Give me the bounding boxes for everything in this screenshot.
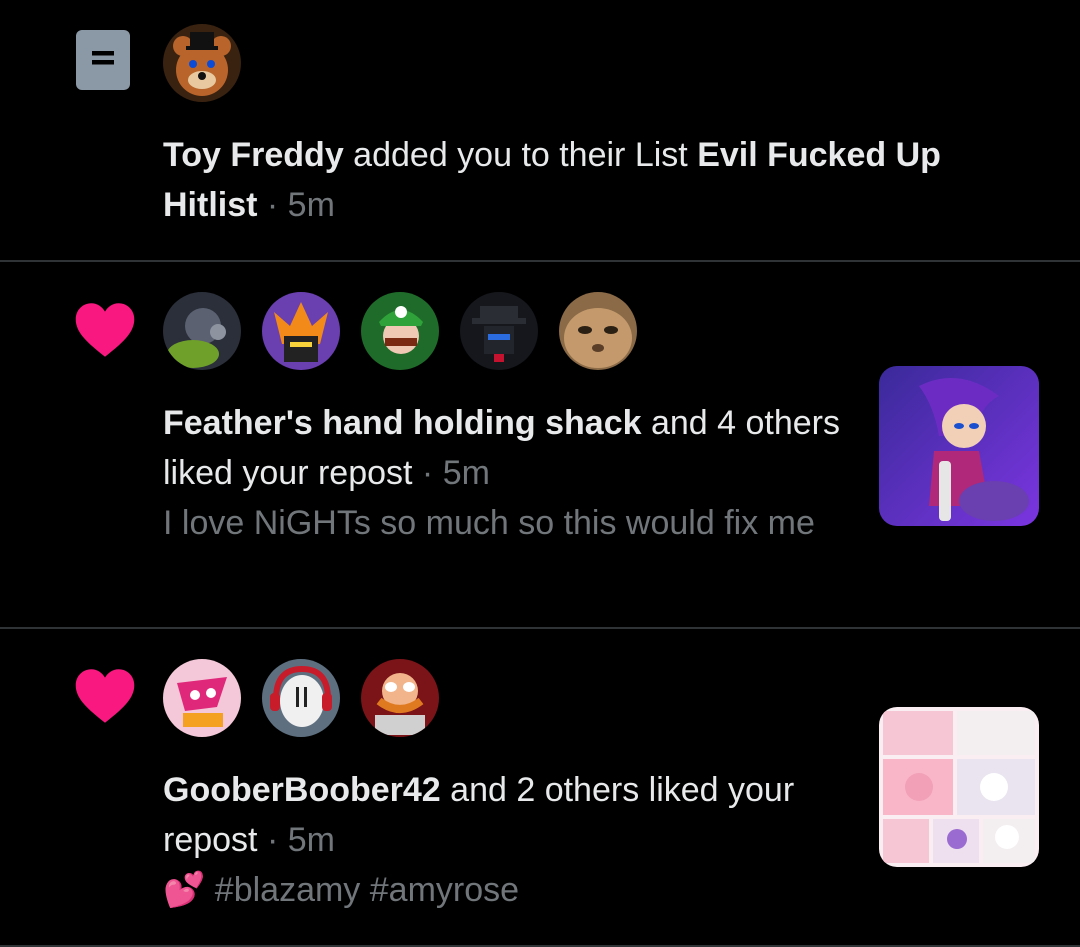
separator: · (257, 186, 288, 224)
avatar-3[interactable] (361, 292, 439, 370)
post-preview: 💕 #blazamy #amyrose (163, 865, 843, 915)
avatar-2[interactable] (262, 292, 340, 370)
notification-text: GooberBoober42 and 2 others liked your r… (163, 765, 803, 865)
timestamp: 5m (442, 454, 490, 492)
notification-text: Feather's hand holding shack and 4 other… (163, 398, 843, 498)
notification-like[interactable]: Feather's hand holding shack and 4 other… (0, 262, 1080, 627)
timestamp: 5m (287, 186, 335, 224)
timestamp: 5m (287, 821, 335, 859)
avatar-1[interactable] (163, 659, 241, 737)
list-icon (74, 30, 132, 97)
comic-thumbnail[interactable] (879, 707, 1039, 867)
avatar-4[interactable] (460, 292, 538, 370)
avatar-1[interactable] (163, 292, 241, 370)
hearts-emoji: 💕 (163, 871, 206, 909)
avatar-5[interactable] (559, 292, 637, 370)
toy-freddy-avatar[interactable] (163, 24, 241, 102)
actor-name[interactable]: Feather's hand holding shack (163, 404, 642, 442)
post-text: #blazamy #amyrose (205, 871, 520, 909)
separator: · (257, 821, 288, 859)
actor-name[interactable]: GooberBoober42 (163, 771, 441, 809)
avatar-2[interactable] (262, 659, 340, 737)
avatar-3[interactable] (361, 659, 439, 737)
heart-icon (74, 668, 136, 729)
action-text: added you to their List (343, 136, 698, 174)
actor-name[interactable]: Toy Freddy (163, 136, 344, 174)
nights-thumbnail[interactable] (879, 366, 1039, 526)
post-preview: I love NiGHTs so much so this would fix … (163, 504, 815, 542)
heart-icon (74, 302, 136, 363)
notification-list-add[interactable]: Toy Freddy added you to their List Evil … (0, 0, 1080, 260)
notification-text: Toy Freddy added you to their List Evil … (163, 130, 1023, 230)
separator: · (412, 454, 443, 492)
notification-like[interactable]: GooberBoober42 and 2 others liked your r… (0, 629, 1080, 947)
